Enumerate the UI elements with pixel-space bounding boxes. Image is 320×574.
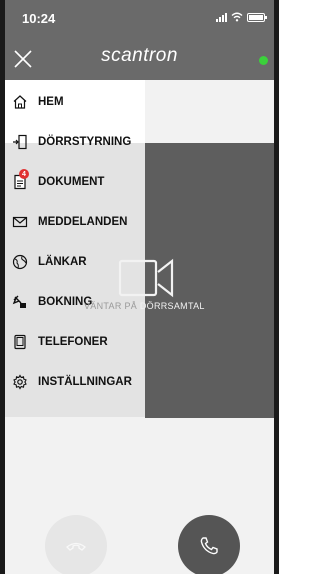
menu-item-label: LÄNKAR (38, 256, 87, 268)
menu-item-dorrstyrning[interactable]: DÖRRSTYRNING (0, 122, 145, 162)
battery-icon (247, 12, 267, 22)
answer-call-button[interactable] (178, 515, 240, 574)
side-menu: HEM DÖRRSTYRNING 4 DOKUMENT MEDDELANDEN … (0, 80, 145, 417)
menu-item-label: TELEFONER (38, 336, 108, 348)
menu-item-installningar[interactable]: INSTÄLLNINGAR (0, 362, 145, 402)
app-header: scantron (0, 36, 279, 80)
menu-item-telefoner[interactable]: TELEFONER (0, 322, 145, 362)
brand-logo: scantron (101, 45, 178, 66)
globe-icon (12, 254, 28, 270)
menu-item-meddelanden[interactable]: MEDDELANDEN (0, 202, 145, 242)
envelope-icon (12, 216, 28, 228)
status-icons (216, 12, 267, 22)
wifi-icon (231, 12, 243, 22)
menu-item-label: DÖRRSTYRNING (38, 136, 132, 148)
document-icon: 4 (12, 169, 29, 190)
gear-icon (13, 374, 27, 390)
phone-device-icon (14, 334, 26, 350)
hang-up-icon (66, 542, 86, 551)
door-icon (13, 134, 27, 150)
menu-item-label: INSTÄLLNINGAR (38, 376, 132, 388)
main-area: HEM DÖRRSTYRNING 4 DOKUMENT MEDDELANDEN … (0, 80, 279, 574)
menu-item-hem[interactable]: HEM (0, 82, 145, 122)
connection-status-dot (259, 56, 268, 65)
home-icon (13, 95, 27, 109)
menu-item-label: DOKUMENT (38, 176, 105, 188)
video-camera-icon (118, 258, 174, 298)
cellular-signal-icon (216, 12, 227, 22)
booking-icon (12, 295, 26, 308)
phone-icon (200, 537, 218, 555)
document-badge: 4 (19, 169, 29, 179)
waiting-text-prefix: VÄNTAR PÅ (84, 301, 140, 311)
menu-item-dokument[interactable]: 4 DOKUMENT (0, 162, 145, 202)
end-call-button[interactable] (45, 515, 107, 574)
menu-item-label: MEDDELANDEN (38, 216, 128, 228)
menu-item-label: HEM (38, 96, 64, 108)
waiting-text-main: DÖRRSAMTAL (139, 301, 205, 311)
status-time: 10:24 (22, 11, 56, 26)
status-bar: 10:24 (0, 0, 279, 36)
waiting-status-text: VÄNTAR PÅ DÖRRSAMTAL (84, 301, 234, 311)
